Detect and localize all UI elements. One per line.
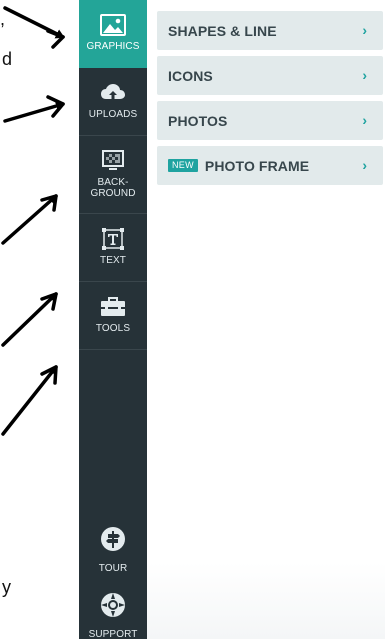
sidebar-item-label: TOOLS (95, 323, 131, 334)
sidebar-item-label: GRAPHICS (86, 41, 140, 52)
menu-row-label: SHAPES & LINE (168, 22, 277, 39)
text-icon (101, 227, 125, 251)
sidebar: GRAPHICS UPLOADS BACK- GROUND TEXT TOOLS… (79, 0, 147, 640)
sidebar-item-graphics[interactable]: GRAPHICS (79, 0, 147, 68)
label-line-2: GROUND (90, 188, 136, 199)
chevron-right-icon: › (362, 112, 367, 128)
sidebar-item-label: UPLOADS (88, 109, 138, 120)
new-badge: NEW (168, 159, 198, 172)
label-line-1: BACK- (97, 177, 129, 188)
sidebar-item-tools[interactable]: TOOLS (79, 282, 147, 350)
sidebar-item-tour[interactable]: TOUR (79, 526, 147, 574)
sidebar-item-background[interactable]: BACK- GROUND (79, 136, 147, 214)
sidebar-item-uploads[interactable]: UPLOADS (79, 68, 147, 136)
arrow-to-tools (1, 365, 58, 436)
sidebar-item-support[interactable]: SUPPORT (79, 592, 147, 640)
menu-row-label: PHOTO FRAME (204, 157, 310, 174)
cloud-upload-icon (100, 81, 126, 105)
arrow-to-text (1, 292, 58, 347)
sidebar-item-label: BACK- GROUND (90, 177, 135, 199)
background-icon (101, 149, 125, 173)
menu-row-icons[interactable]: ICONS › (157, 56, 383, 95)
menu-row-label: ICONS (168, 67, 213, 84)
arrow-to-background (1, 194, 58, 245)
menu-row-shapes-line[interactable]: SHAPES & LINE › (157, 11, 383, 50)
menu-row-photo-frame[interactable]: NEW PHOTO FRAME › (157, 146, 383, 185)
sidebar-item-label: SUPPORT (88, 629, 138, 640)
chevron-right-icon: › (362, 67, 367, 83)
sidebar-item-label: TOUR (98, 563, 128, 574)
sidebar-item-label: TEXT (100, 255, 126, 266)
chevron-right-icon: › (362, 157, 367, 173)
sidebar-item-text[interactable]: TEXT (79, 214, 147, 282)
menu-row-photos[interactable]: PHOTOS › (157, 101, 383, 140)
signpost-icon (100, 526, 126, 557)
graphics-panel: SHAPES & LINE › ICONS › PHOTOS › NEW PHO… (147, 0, 385, 639)
lifebuoy-icon (100, 592, 126, 623)
menu-row-label: PHOTOS (168, 112, 228, 129)
toolbox-icon (100, 295, 126, 319)
chevron-right-icon: › (362, 22, 367, 38)
image-icon (100, 13, 126, 37)
